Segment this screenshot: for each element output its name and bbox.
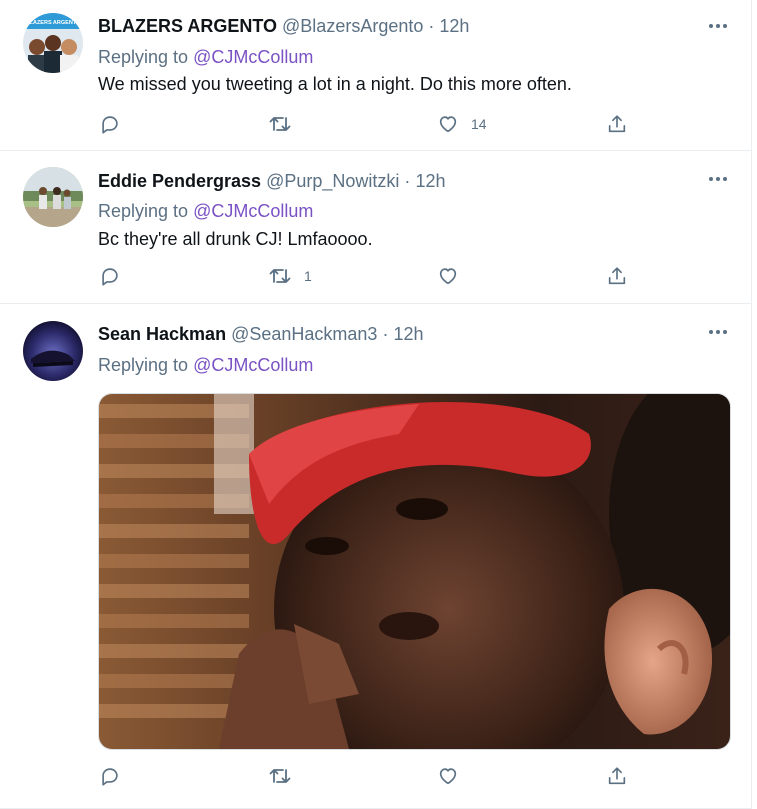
tweet-header: Eddie Pendergrass @Purp_Nowitzki · 12h [98, 170, 445, 192]
reply-icon [102, 768, 118, 786]
retweet-icon [269, 117, 291, 131]
like-icon [439, 268, 457, 285]
separator-dot: · [428, 16, 435, 36]
share-icon [608, 767, 626, 785]
display-name[interactable]: Eddie Pendergrass [98, 171, 261, 191]
tweet-sean-hackman[interactable]: Sean Hackman @SeanHackman3 · 12h Replyin… [0, 304, 751, 809]
timestamp[interactable]: 12h [415, 171, 445, 191]
retweet-icon [269, 269, 291, 283]
replying-to: Replying to @CJMcCollum [98, 354, 313, 376]
like-icon [439, 116, 457, 133]
reply-button[interactable] [99, 765, 121, 787]
tweet-eddie-pendergrass[interactable]: Eddie Pendergrass @Purp_Nowitzki · 12h R… [0, 151, 751, 304]
separator-dot: · [404, 171, 411, 191]
more-options-icon[interactable] [707, 321, 729, 343]
reply-button[interactable] [99, 265, 121, 287]
more-options-icon[interactable] [707, 15, 729, 37]
share-button[interactable] [606, 265, 628, 287]
reply-icon [102, 268, 118, 286]
avatar[interactable] [23, 321, 83, 381]
avatar-image [23, 321, 83, 381]
retweet-button[interactable]: 1 [268, 265, 312, 287]
share-button[interactable] [606, 765, 628, 787]
share-button[interactable] [606, 113, 628, 135]
replying-to: Replying to @CJMcCollum [98, 200, 313, 222]
retweet-button[interactable] [268, 113, 292, 135]
mention-link[interactable]: @CJMcCollum [193, 355, 313, 375]
like-button[interactable] [437, 265, 459, 287]
user-handle[interactable]: @BlazersArgento [282, 16, 423, 36]
replies-feed: BLAZERS ARGENTO BLAZERS ARGENTO @Blazers… [0, 0, 752, 809]
share-icon [608, 115, 626, 133]
reply-button[interactable] [99, 113, 121, 135]
timestamp[interactable]: 12h [439, 16, 469, 36]
media-image [99, 394, 730, 749]
like-button[interactable]: 14 [437, 113, 487, 135]
replying-to-label: Replying to [98, 201, 194, 221]
like-count: 14 [471, 116, 487, 132]
like-button[interactable] [437, 765, 459, 787]
user-handle[interactable]: @SeanHackman3 [231, 324, 377, 344]
avatar-logo-text: BLAZERS ARGENTO [26, 20, 81, 26]
separator-dot: · [382, 324, 389, 344]
mention-link[interactable]: @CJMcCollum [193, 201, 313, 221]
tweet-text: Bc they're all drunk CJ! Lmfaoooo. [98, 229, 373, 249]
retweet-icon [269, 769, 291, 783]
user-handle[interactable]: @Purp_Nowitzki [266, 171, 399, 191]
replying-to-label: Replying to [98, 47, 194, 67]
display-name[interactable]: Sean Hackman [98, 324, 226, 344]
reply-icon [102, 116, 118, 134]
mention-link[interactable]: @CJMcCollum [193, 47, 313, 67]
timestamp[interactable]: 12h [393, 324, 423, 344]
tweet-header: BLAZERS ARGENTO @BlazersArgento · 12h [98, 15, 469, 37]
tweet-blazers-argento[interactable]: BLAZERS ARGENTO BLAZERS ARGENTO @Blazers… [0, 0, 751, 151]
avatar-image [23, 167, 83, 227]
avatar[interactable]: BLAZERS ARGENTO [23, 13, 83, 73]
avatar[interactable] [23, 167, 83, 227]
display-name[interactable]: BLAZERS ARGENTO [98, 16, 277, 36]
share-icon [608, 267, 626, 285]
retweet-count: 1 [304, 268, 312, 284]
tweet-media-photo[interactable] [98, 393, 731, 750]
tweet-header: Sean Hackman @SeanHackman3 · 12h [98, 323, 424, 345]
retweet-button[interactable] [268, 765, 292, 787]
more-options-icon[interactable] [707, 168, 729, 190]
replying-to-label: Replying to [98, 355, 194, 375]
replying-to: Replying to @CJMcCollum [98, 46, 313, 68]
avatar-image: BLAZERS ARGENTO [23, 13, 83, 73]
like-icon [439, 768, 457, 785]
tweet-text: We missed you tweeting a lot in a night.… [98, 74, 572, 94]
